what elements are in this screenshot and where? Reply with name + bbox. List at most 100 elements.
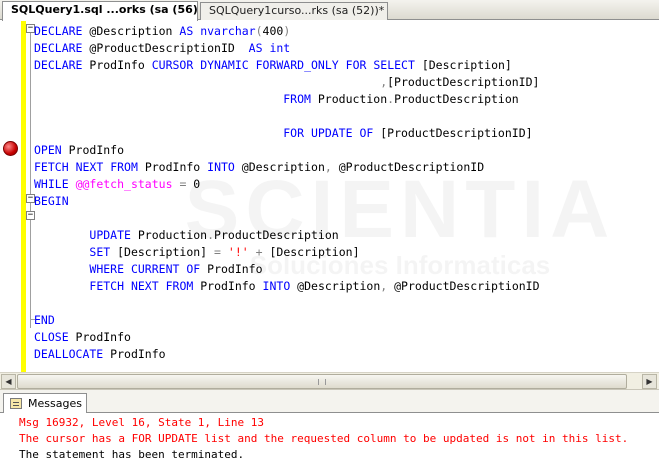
code-token: @ProductDescriptionID: [82, 41, 249, 55]
code-line[interactable]: FROM Production.ProductDescription: [34, 91, 540, 108]
code-line[interactable]: UPDATE Production.ProductDescription: [34, 227, 540, 244]
code-line[interactable]: [34, 108, 540, 125]
code-token: [ProductDescriptionID]: [373, 126, 533, 140]
code-token-kw: AS: [248, 41, 263, 55]
code-token-kw: FORWARD_ONLY: [255, 58, 339, 72]
scrollbar-thumb[interactable]: [17, 374, 627, 389]
code-token-kw: WHILE: [34, 177, 69, 191]
code-token: ProdInfo: [200, 262, 263, 276]
code-token-kw: FOR: [345, 58, 367, 72]
code-token-kw: FROM: [283, 92, 311, 106]
code-line[interactable]: FETCH NEXT FROM ProdInfo INTO @Descripti…: [34, 278, 539, 295]
code-token-op: ): [283, 24, 291, 38]
code-line[interactable]: FOR UPDATE OF [ProductDescriptionID]: [34, 125, 540, 142]
code-token: @Description: [290, 279, 381, 293]
code-token-kw: OPEN: [34, 143, 62, 157]
code-token-kw: nvarchar: [200, 24, 256, 38]
code-token: ProdInfo: [137, 160, 208, 174]
code-token: @Description: [82, 24, 180, 38]
horizontal-scrollbar[interactable]: ◀ ▶: [0, 372, 659, 389]
tab-messages[interactable]: Messages: [3, 393, 87, 414]
code-token-kw: FETCH: [34, 160, 69, 174]
code-token: ProdInfo: [68, 330, 131, 344]
document-tab-strip: SQLQuery1.sql ...orks (sa (56))* SQLQuer…: [0, 0, 659, 21]
code-token-kw: SELECT: [373, 58, 415, 72]
code-line[interactable]: BEGIN: [34, 193, 540, 210]
code-line[interactable]: DEALLOCATE ProdInfo: [34, 346, 540, 363]
code-token-op: +: [255, 245, 263, 259]
message-line: Msg 16932, Level 16, State 1, Line 13: [19, 416, 265, 429]
code-line[interactable]: WHILE @@fetch_status = 0: [34, 176, 540, 193]
code-token: @Description: [234, 160, 325, 174]
code-token-kw: UPDATE: [89, 228, 131, 242]
code-token: [Description]: [414, 58, 512, 72]
tab-messages-label: Messages: [28, 397, 82, 410]
tab-sqlquery1[interactable]: SQLQuery1.sql ...orks (sa (56))*: [2, 1, 198, 21]
code-token-kw: DECLARE: [34, 41, 83, 55]
code-token: [Description]: [110, 245, 215, 259]
code-token-kw: DEALLOCATE: [34, 347, 104, 361]
code-token-kw: DECLARE: [34, 24, 83, 38]
code-line[interactable]: DECLARE @ProductDescriptionID AS int: [34, 40, 540, 57]
code-token-kw: FROM: [110, 160, 138, 174]
code-token-kw: CLOSE: [34, 330, 69, 344]
results-tab-strip: Messages: [0, 389, 659, 414]
code-token-kw: INTO: [207, 160, 235, 174]
code-token: ProductDescription: [214, 228, 339, 242]
code-line[interactable]: SET [Description] = '!' + [Description]: [34, 244, 540, 261]
code-line[interactable]: OPEN ProdInfo: [34, 142, 540, 159]
scroll-left-icon[interactable]: ◀: [1, 374, 16, 389]
messages-icon: [10, 398, 22, 409]
messages-pane[interactable]: Msg 16932, Level 16, State 1, Line 13 Th…: [0, 413, 659, 461]
code-token-op: =: [214, 245, 221, 259]
code-token: ProductDescription: [394, 92, 519, 106]
code-line[interactable]: [34, 295, 540, 312]
outline-guide: [30, 28, 31, 328]
code-line[interactable]: DECLARE @Description AS nvarchar(400): [34, 23, 540, 40]
code-token-str: '!': [227, 245, 249, 259]
code-token-fn: @@fetch_status: [75, 177, 173, 191]
code-token-kw: OF: [359, 126, 374, 140]
query-editor[interactable]: − − − SCIENTIA Soluciones Informaticas D…: [0, 20, 659, 372]
indicator-margin[interactable]: [0, 20, 22, 372]
code-token: ProdInfo: [193, 279, 263, 293]
code-line[interactable]: WHERE CURRENT OF ProdInfo: [34, 261, 540, 278]
breakpoint-icon[interactable]: [3, 141, 18, 156]
code-token: ProdInfo: [103, 347, 166, 361]
code-token: ProdInfo: [82, 58, 152, 72]
code-token-kw: OF: [186, 262, 201, 276]
message-line: The statement has been terminated.: [19, 448, 245, 461]
code-token: 0: [186, 177, 201, 191]
code-token-op: .: [207, 228, 215, 242]
code-line[interactable]: CLOSE ProdInfo: [34, 329, 540, 346]
message-line: The cursor has a FOR UPDATE list and the…: [19, 432, 629, 445]
code-token-kw: NEXT: [75, 160, 104, 174]
code-token: [ProductDescriptionID]: [387, 75, 540, 89]
code-area[interactable]: DECLARE @Description AS nvarchar(400) DEC…: [34, 23, 540, 363]
code-token: 400: [262, 24, 284, 38]
code-token-kw: END: [34, 313, 55, 327]
code-line[interactable]: FETCH NEXT FROM ProdInfo INTO @Descripti…: [34, 159, 540, 176]
code-line[interactable]: DECLARE ProdInfo CURSOR DYNAMIC FORWARD_…: [34, 57, 540, 74]
code-token: Production: [130, 228, 208, 242]
code-line[interactable]: [34, 210, 540, 227]
code-token-kw: WHERE: [89, 262, 125, 276]
code-token-kw: INTO: [262, 279, 291, 293]
code-line[interactable]: ,[ProductDescriptionID]: [34, 74, 540, 91]
code-line[interactable]: END: [34, 312, 540, 329]
code-token-kw: DYNAMIC: [200, 58, 249, 72]
scroll-right-icon[interactable]: ▶: [642, 374, 657, 389]
code-token-kw: FOR: [283, 126, 305, 140]
tab-sqlquery1cursor[interactable]: SQLQuery1curso...rks (sa (52))*: [200, 2, 388, 20]
code-token-kw: int: [269, 41, 291, 55]
